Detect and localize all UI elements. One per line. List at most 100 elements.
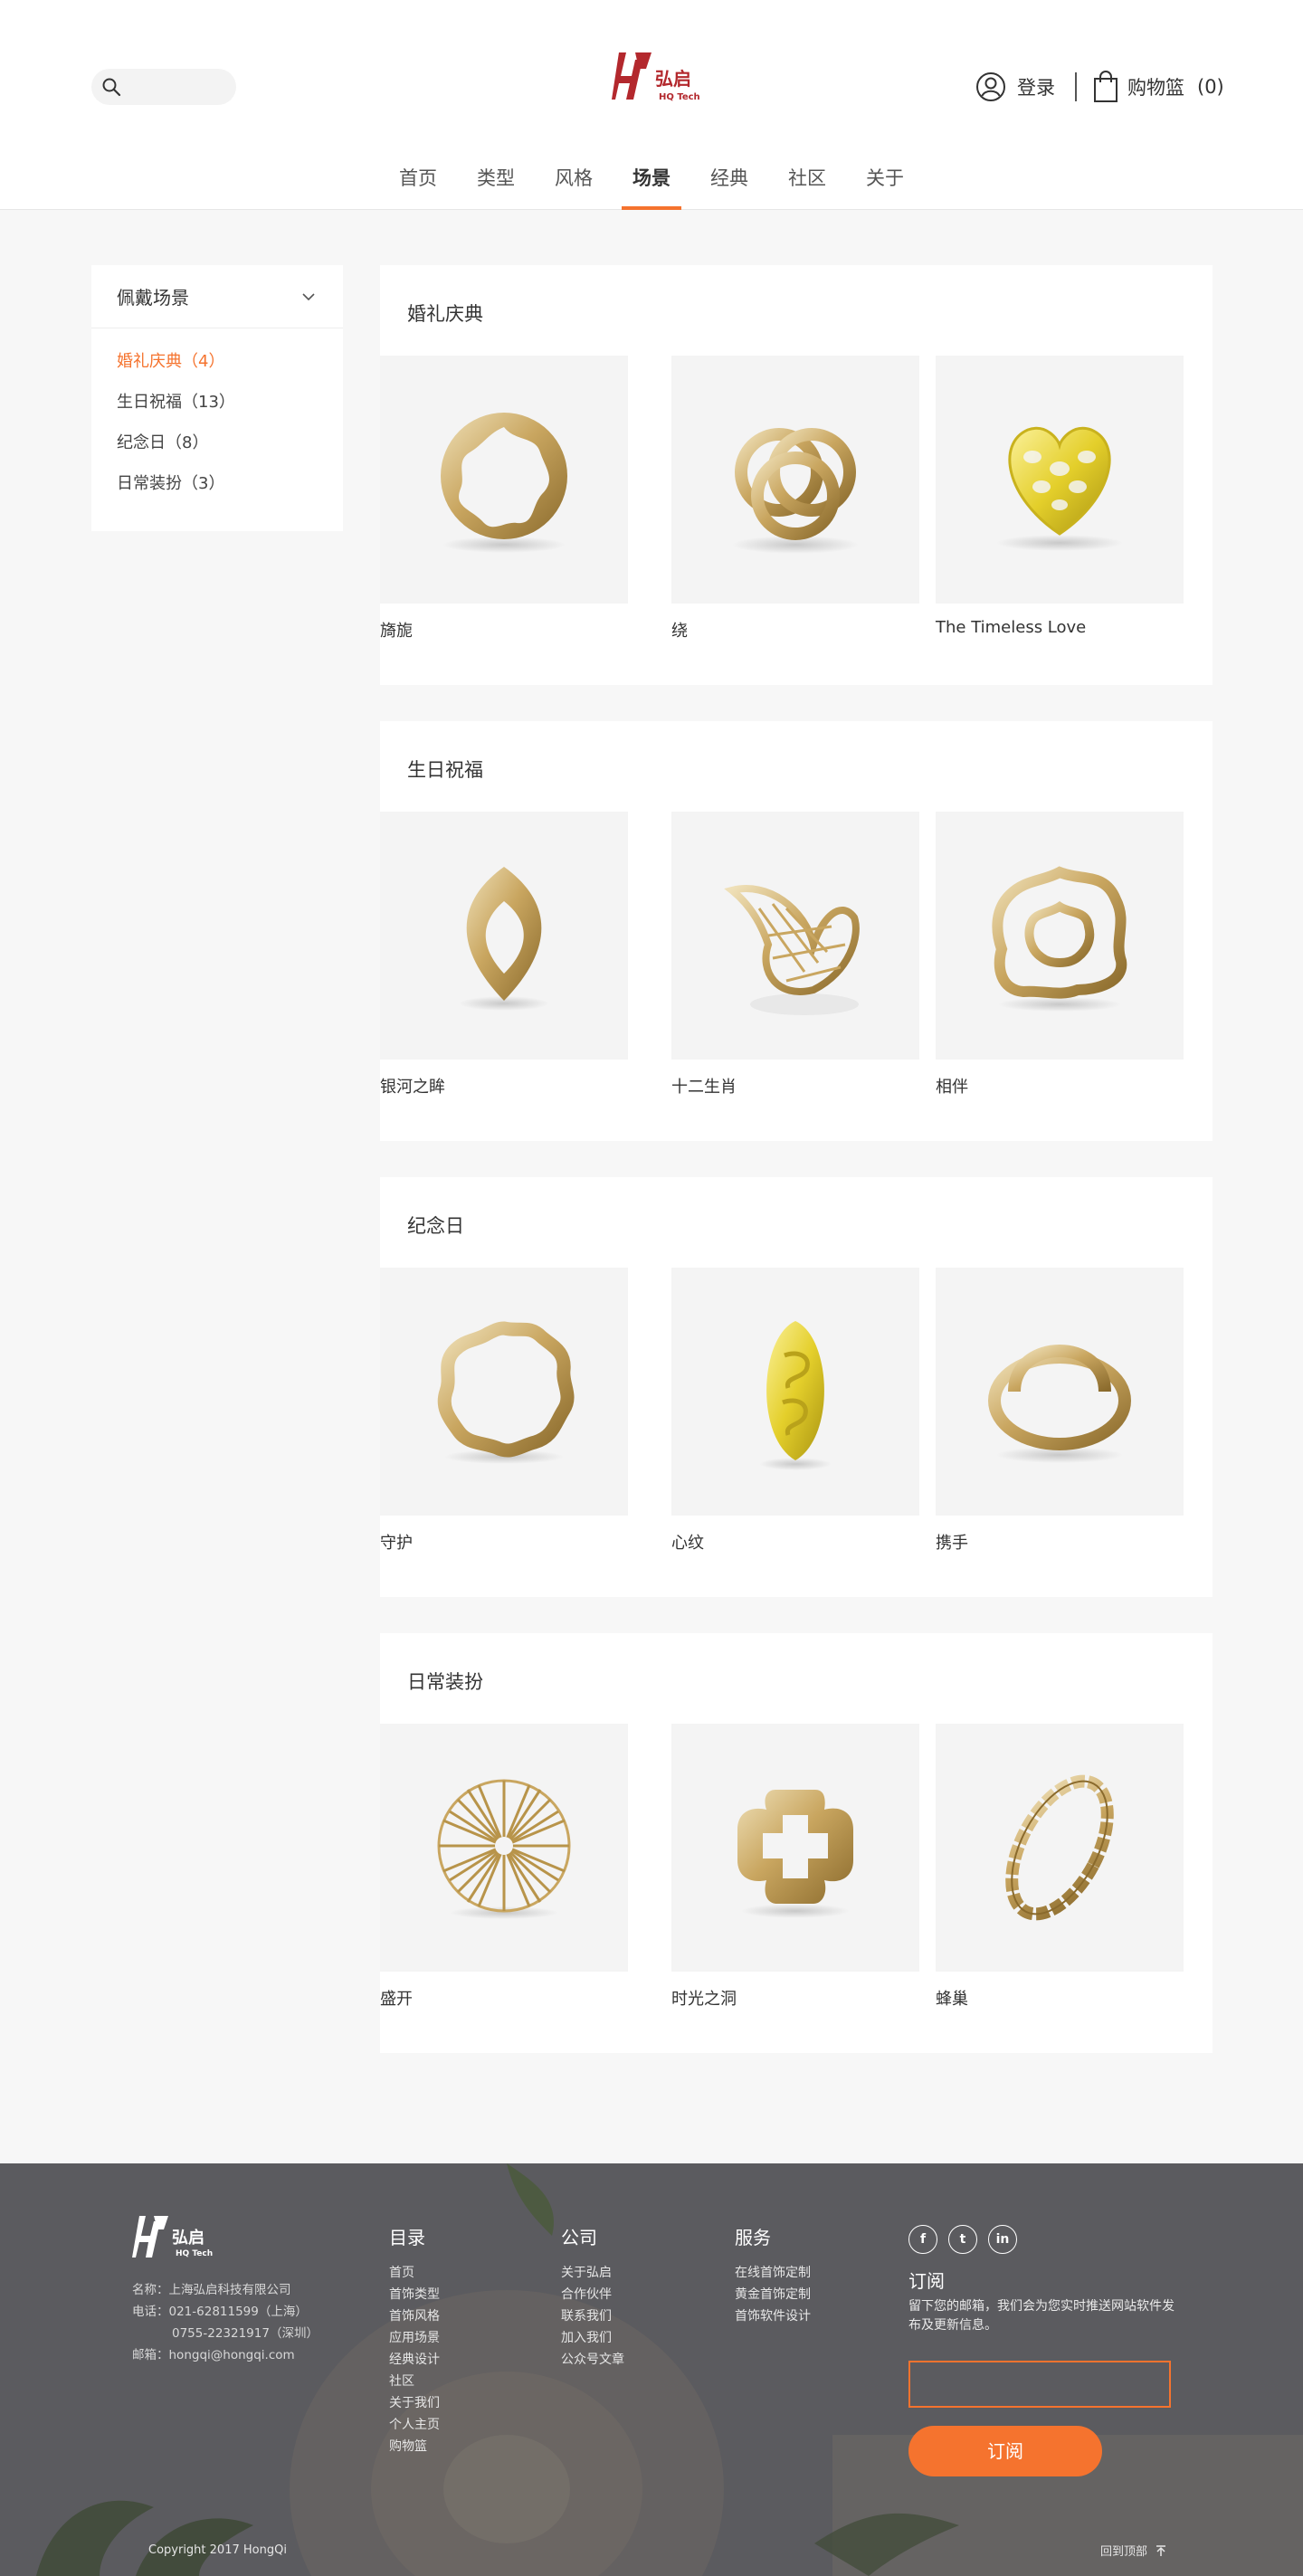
product-name[interactable]: The Timeless Love [936,618,1184,637]
product-name[interactable]: 绕 [671,618,919,642]
product-image[interactable] [380,1268,628,1516]
footer-link[interactable]: 社区 [389,2371,440,2392]
linkedin-icon[interactable]: in [988,2225,1017,2254]
shopping-bag-icon[interactable] [1093,71,1118,103]
company-phone-2: 0755-22321917（深圳） [172,2326,319,2341]
product-image[interactable] [936,812,1184,1060]
product-card[interactable]: 旖旎 [380,356,628,642]
sidebar-item-anniversary[interactable]: 纪念日（8） [91,423,343,463]
sidebar-header[interactable]: 佩戴场景 [91,265,343,328]
footer-link[interactable]: 关于弘启 [561,2262,624,2284]
starburst-pendant-icon [437,1779,571,1919]
brand-logo[interactable]: 弘启 HQ Tech [612,49,709,105]
product-name[interactable]: 旖旎 [380,618,628,642]
product-card[interactable]: 十二生肖 [671,812,919,1098]
main-nav: 首页 类型 风格 场景 经典 社区 关于 [0,165,1303,210]
product-card[interactable]: 盛开 [380,1724,628,2010]
footer-link[interactable]: 公众号文章 [561,2349,624,2371]
sidebar-title: 佩戴场景 [117,287,189,309]
footer-link[interactable]: 购物篮 [389,2436,440,2457]
login-link[interactable]: 登录 [1017,73,1055,100]
cart-link[interactable]: 购物篮 [1127,73,1184,100]
product-card[interactable]: 相伴 [936,812,1184,1098]
footer-link[interactable]: 合作伙伴 [561,2284,624,2305]
footer-link[interactable]: 应用场景 [389,2327,440,2349]
product-card[interactable]: 绕 [671,356,919,642]
search-icon[interactable] [100,76,122,98]
footer-link[interactable]: 经典设计 [389,2349,440,2371]
twitter-icon[interactable]: t [948,2225,977,2254]
product-name[interactable]: 时光之洞 [671,1986,919,2010]
product-image[interactable] [936,1268,1184,1516]
nav-home[interactable]: 首页 [379,165,457,210]
facebook-icon[interactable]: f [908,2225,937,2254]
product-name[interactable]: 蜂巢 [936,1986,1184,2010]
footer-link[interactable]: 黄金首饰定制 [735,2284,811,2305]
product-image[interactable] [380,1724,628,1972]
footer-link[interactable]: 首饰风格 [389,2305,440,2327]
product-image[interactable] [936,356,1184,604]
svg-text:弘启: 弘启 [172,2228,204,2248]
sidebar-item-daily[interactable]: 日常装扮（3） [91,463,343,504]
knot-ring-icon [732,428,859,554]
social-links: f t in [908,2225,1017,2254]
sidebar-item-wedding[interactable]: 婚礼庆典（4） [91,341,343,382]
product-name[interactable]: 守护 [380,1530,628,1554]
nav-community[interactable]: 社区 [768,165,846,210]
product-card[interactable]: 时光之洞 [671,1724,919,2010]
twisted-ring-icon [988,1345,1131,1463]
product-image[interactable] [671,812,919,1060]
product-card[interactable]: 守护 [380,1268,628,1554]
nav-types[interactable]: 类型 [457,165,535,210]
footer-service: 服务 在线首饰定制 黄金首饰定制 首饰软件设计 [735,2223,811,2327]
copyright: Copyright 2017 HongQi [148,2543,287,2557]
back-to-top-button[interactable]: 回到顶部 [1100,2542,1167,2559]
footer-link[interactable]: 首页 [389,2262,440,2284]
product-image[interactable] [671,356,919,604]
product-name[interactable]: 银河之眸 [380,1074,628,1098]
footer-link[interactable]: 在线首饰定制 [735,2262,811,2284]
product-card[interactable]: 携手 [936,1268,1184,1554]
product-image[interactable] [936,1724,1184,1972]
product-name[interactable]: 携手 [936,1530,1184,1554]
product-image[interactable] [671,1268,919,1516]
wavy-ring-icon [437,1321,575,1464]
footer-link[interactable]: 关于我们 [389,2392,440,2414]
nav-classic[interactable]: 经典 [690,165,768,210]
product-image[interactable] [671,1724,919,1972]
cart-count: (0) [1197,76,1224,98]
footer-logo[interactable]: 弘启 HQ Tech [132,2212,223,2261]
nav-scenes[interactable]: 场景 [613,165,690,210]
product-name[interactable]: 心纹 [671,1530,919,1554]
footer-link[interactable]: 联系我们 [561,2305,624,2327]
product-name[interactable]: 十二生肖 [671,1074,919,1098]
footer-link[interactable]: 加入我们 [561,2327,624,2349]
subscribe-button[interactable]: 订阅 [908,2426,1102,2476]
footer-link[interactable]: 首饰软件设计 [735,2305,811,2327]
user-area: 登录 购物篮 (0) [975,71,1224,103]
chevron-down-icon[interactable] [300,288,318,306]
subscribe-email-input[interactable] [908,2361,1171,2408]
user-icon[interactable] [975,71,1006,102]
heart-lattice-ring-icon [996,426,1123,551]
product-card[interactable]: 心纹 [671,1268,919,1554]
wavy-double-ring-icon [992,866,1127,1012]
site-footer: 弘启 HQ Tech 名称：上海弘启科技有限公司 电话：021-62811599… [0,2163,1303,2576]
product-name[interactable]: 盛开 [380,1986,628,2010]
product-card[interactable]: The Timeless Love [936,356,1184,637]
footer-link[interactable]: 首饰类型 [389,2284,440,2305]
search-box[interactable] [91,69,236,105]
product-image[interactable] [380,356,628,604]
product-card[interactable]: 蜂巢 [936,1724,1184,2010]
product-name[interactable]: 相伴 [936,1074,1184,1098]
nav-about[interactable]: 关于 [846,165,924,210]
bird-ring-icon [724,885,860,1015]
nav-styles[interactable]: 风格 [535,165,613,210]
product-card[interactable]: 银河之眸 [380,812,628,1098]
footer-company: 公司 关于弘启 合作伙伴 联系我们 加入我们 公众号文章 [561,2223,624,2371]
footer-link[interactable]: 个人主页 [389,2414,440,2436]
footer-column-title: 目录 [389,2227,425,2248]
product-image[interactable] [380,812,628,1060]
sidebar-list: 婚礼庆典（4） 生日祝福（13） 纪念日（8） 日常装扮（3） [91,328,343,504]
sidebar-item-birthday[interactable]: 生日祝福（13） [91,382,343,423]
